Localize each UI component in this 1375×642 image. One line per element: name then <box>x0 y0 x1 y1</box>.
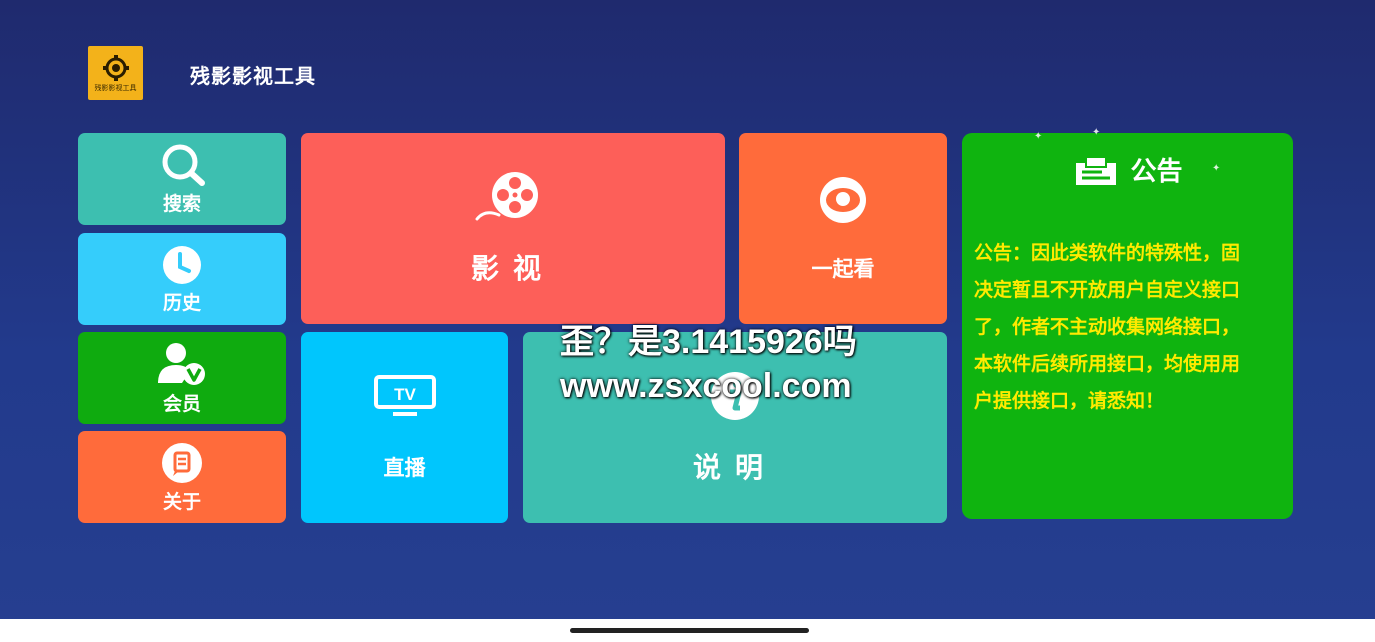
search-icon <box>162 144 205 186</box>
app-title: 残影影视工具 <box>190 64 316 88</box>
notice-line: 决定暂且不开放用户自定义接口 <box>974 279 1241 301</box>
movie-label: 影视 <box>470 251 555 285</box>
notice-panel: ✦ ✦ ✦ 公告 公告：因此类软件的特殊性，固 决定暂且不开放用户自定义接口 了… <box>962 127 1293 519</box>
about-tile[interactable]: 关于 <box>78 431 286 523</box>
notice-board-icon <box>1076 155 1117 185</box>
vip-user-icon <box>158 342 205 385</box>
movie-tile[interactable]: 影视 <box>301 133 725 324</box>
logo-text: 残影影视工具 <box>94 84 137 92</box>
vip-label: 会员 <box>162 392 201 415</box>
notice-title: 公告 <box>1130 157 1183 187</box>
search-label: 搜索 <box>162 192 201 215</box>
notice-body: 公告：因此类软件的特殊性，固 决定暂且不开放用户自定义接口 了，作者不主动收集网… <box>974 235 1281 420</box>
together-label: 一起看 <box>811 256 875 281</box>
notice-line: 户提供接口，请悉知！ <box>974 390 1165 412</box>
history-tile[interactable]: 历史 <box>78 233 286 325</box>
live-label: 直播 <box>383 455 426 480</box>
live-tile[interactable]: TV 直播 <box>301 332 508 523</box>
search-tile[interactable]: 搜索 <box>78 133 286 225</box>
gear-icon <box>102 55 129 81</box>
tv-icon: TV <box>373 374 436 416</box>
vip-tile[interactable]: 会员 <box>78 332 286 424</box>
watermark-line-2: www.zsxcool.com <box>560 367 852 405</box>
together-tile[interactable]: 一起看 <box>739 133 947 324</box>
about-label: 关于 <box>162 490 201 513</box>
about-icon <box>162 442 202 483</box>
info-label: 说明 <box>692 450 777 484</box>
clock-icon <box>163 245 201 284</box>
sparkle-icon: ✦ <box>1034 131 1043 142</box>
notice-line: 本软件后续所用接口，均使用用 <box>974 353 1241 375</box>
app-logo: 残影影视工具 <box>88 46 143 100</box>
sparkle-icon: ✦ <box>1092 127 1101 138</box>
notice-line: 公告：因此类软件的特殊性，固 <box>974 242 1241 264</box>
notice-header: 公告 <box>962 151 1293 188</box>
svg-text:TV: TV <box>394 385 416 404</box>
watermark-overlay: 歪？是3.1415926吗 www.zsxcool.com <box>560 320 857 408</box>
notice-line: 了，作者不主动收集网络接口， <box>974 316 1241 338</box>
history-label: 历史 <box>162 291 201 314</box>
home-indicator[interactable] <box>570 628 809 633</box>
film-reel-icon <box>475 171 538 220</box>
eye-icon <box>820 176 866 223</box>
watermark-line-1: 歪？是3.1415926吗 <box>560 323 857 361</box>
